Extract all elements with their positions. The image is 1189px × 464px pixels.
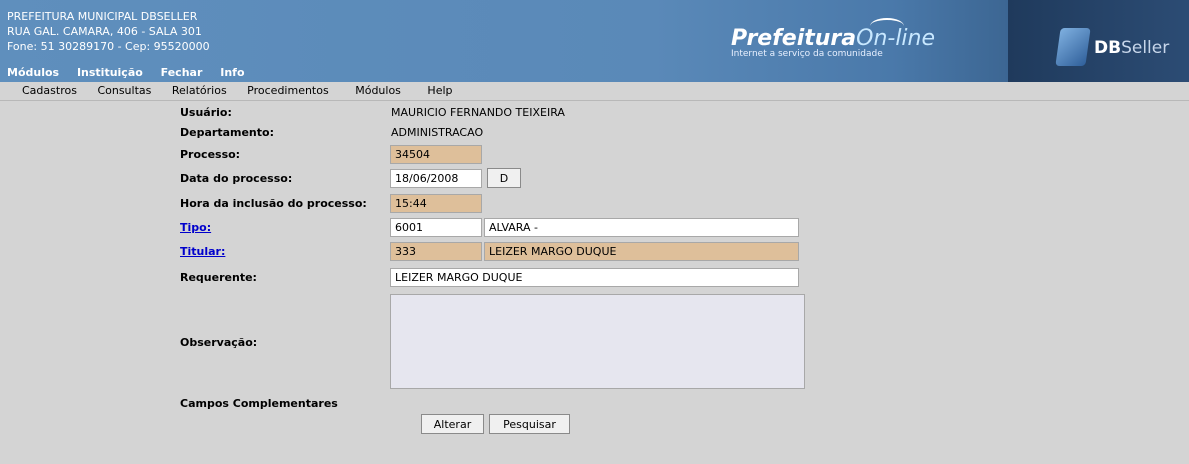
- menu-consultas[interactable]: Consultas: [97, 82, 151, 97]
- departamento-label: Departamento:: [180, 126, 274, 139]
- departamento-value: ADMINISTRACAO: [391, 126, 484, 139]
- top-menu-modulos[interactable]: Módulos: [7, 66, 59, 79]
- data-processo-label: Data do processo:: [180, 172, 293, 185]
- menu-relatorios[interactable]: Relatórios: [172, 82, 227, 97]
- dbseller-logo: DBSeller: [1094, 38, 1169, 58]
- data-processo-field[interactable]: 18/06/2008: [390, 169, 482, 188]
- org-name: PREFEITURA MUNICIPAL DBSELLER: [7, 10, 198, 23]
- processo-field[interactable]: 34504: [390, 145, 482, 164]
- titular-link[interactable]: Titular:: [180, 245, 225, 258]
- campos-complementares-label: Campos Complementares: [180, 397, 338, 410]
- hora-inclusao-label: Hora da inclusão do processo:: [180, 197, 367, 210]
- tipo-description-field[interactable]: ALVARA -: [484, 218, 799, 237]
- organization-info: PREFEITURA MUNICIPAL DBSELLER RUA GAL. C…: [7, 9, 210, 54]
- requerente-label: Requerente:: [180, 271, 257, 284]
- date-picker-button[interactable]: D: [487, 168, 521, 188]
- tipo-link[interactable]: Tipo:: [180, 221, 211, 234]
- app-header: PREFEITURA MUNICIPAL DBSELLER RUA GAL. C…: [0, 0, 1189, 82]
- menu-cadastros[interactable]: Cadastros: [22, 82, 77, 97]
- menu-modulos[interactable]: Módulos: [355, 82, 401, 97]
- top-menu-fechar[interactable]: Fechar: [161, 66, 203, 79]
- top-menu: Módulos Instituição Fechar Info: [7, 66, 259, 79]
- top-menu-info[interactable]: Info: [220, 66, 244, 79]
- titular-name-field[interactable]: LEIZER MARGO DUQUE: [484, 242, 799, 261]
- logo-main-text: Prefeitura: [731, 26, 857, 51]
- observacao-textarea[interactable]: [390, 294, 805, 389]
- brand-seller-text: Seller: [1121, 38, 1170, 58]
- prefeitura-online-logo: PrefeituraOn-line Internet a serviço da …: [731, 26, 935, 59]
- org-phone: Fone: 51 30289170 - Cep: 95520000: [7, 40, 210, 53]
- requerente-field[interactable]: LEIZER MARGO DUQUE: [390, 268, 799, 287]
- processo-label: Processo:: [180, 148, 241, 161]
- usuario-label: Usuário:: [180, 106, 232, 119]
- menu-help[interactable]: Help: [427, 82, 452, 97]
- main-menubar: Cadastros Consultas Relatórios Procedime…: [0, 82, 1189, 101]
- titular-code-field[interactable]: 333: [390, 242, 482, 261]
- alterar-button[interactable]: Alterar: [421, 414, 484, 434]
- brand-db-text: DB: [1094, 38, 1122, 58]
- dbseller-logo-icon: [1055, 28, 1091, 66]
- tipo-code-field[interactable]: 6001: [390, 218, 482, 237]
- pesquisar-button[interactable]: Pesquisar: [489, 414, 570, 434]
- hora-inclusao-field[interactable]: 15:44: [390, 194, 482, 213]
- observacao-label: Observação:: [180, 336, 258, 349]
- logo-online-text: On-line: [856, 26, 936, 51]
- org-address: RUA GAL. CAMARA, 406 - SALA 301: [7, 25, 202, 38]
- menu-procedimentos[interactable]: Procedimentos: [247, 82, 329, 97]
- usuario-value: MAURICIO FERNANDO TEIXEIRA: [391, 106, 565, 119]
- top-menu-instituicao[interactable]: Instituição: [77, 66, 143, 79]
